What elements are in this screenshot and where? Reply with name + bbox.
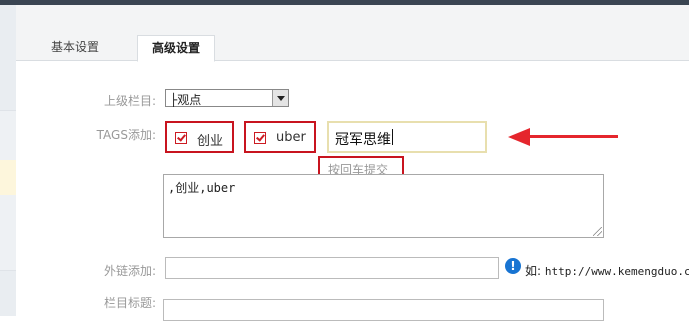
resize-grip-icon[interactable]	[593, 227, 602, 236]
external-link-hint: 如: http://www.kemengduo.com	[525, 262, 689, 279]
parent-column-select[interactable]: ├观点	[165, 89, 289, 107]
left-sidebar	[0, 5, 16, 316]
tag-label: 创业	[197, 134, 224, 149]
tag-input[interactable]: 冠军思维	[327, 121, 487, 153]
column-title-input[interactable]	[163, 299, 604, 321]
sidebar-segment[interactable]	[0, 195, 16, 270]
column-title-label: 栏目标题:	[103, 296, 156, 310]
external-link-label: 外链添加:	[103, 264, 156, 278]
external-link-hint-url: http://www.kemengduo.com	[544, 265, 689, 278]
annotation-arrow-shaft	[524, 135, 618, 138]
info-icon: !	[505, 258, 521, 274]
tab-strip: 基本设置 高级设置	[16, 5, 689, 62]
tab-basic-settings[interactable]: 基本设置	[30, 35, 120, 60]
text-caret	[392, 129, 393, 145]
tags-textarea-value: ,创业,uber	[168, 181, 236, 195]
annotation-arrow-icon	[508, 128, 530, 146]
sidebar-segment[interactable]	[0, 270, 16, 316]
tags-label: TAGS添加:	[96, 128, 156, 142]
parent-column-label: 上级栏目:	[103, 94, 156, 108]
chevron-down-icon[interactable]	[272, 90, 288, 106]
tag-label: uber	[276, 130, 306, 145]
sidebar-segment[interactable]	[0, 110, 16, 161]
tag-input-value: 冠军思维	[335, 132, 391, 148]
sidebar-segment-highlight[interactable]	[0, 160, 16, 195]
external-link-hint-prefix: 如:	[525, 264, 542, 278]
checkbox-checked-icon[interactable]	[175, 132, 187, 144]
tag-item[interactable]: uber	[244, 121, 316, 153]
tags-textarea[interactable]: ,创业,uber	[163, 174, 604, 238]
external-link-input[interactable]	[165, 257, 499, 279]
tab-advanced-settings[interactable]: 高级设置	[137, 35, 215, 62]
checkbox-checked-icon[interactable]	[254, 132, 266, 144]
parent-column-value: ├观点	[170, 93, 202, 107]
tag-item[interactable]: 创业	[165, 121, 234, 153]
